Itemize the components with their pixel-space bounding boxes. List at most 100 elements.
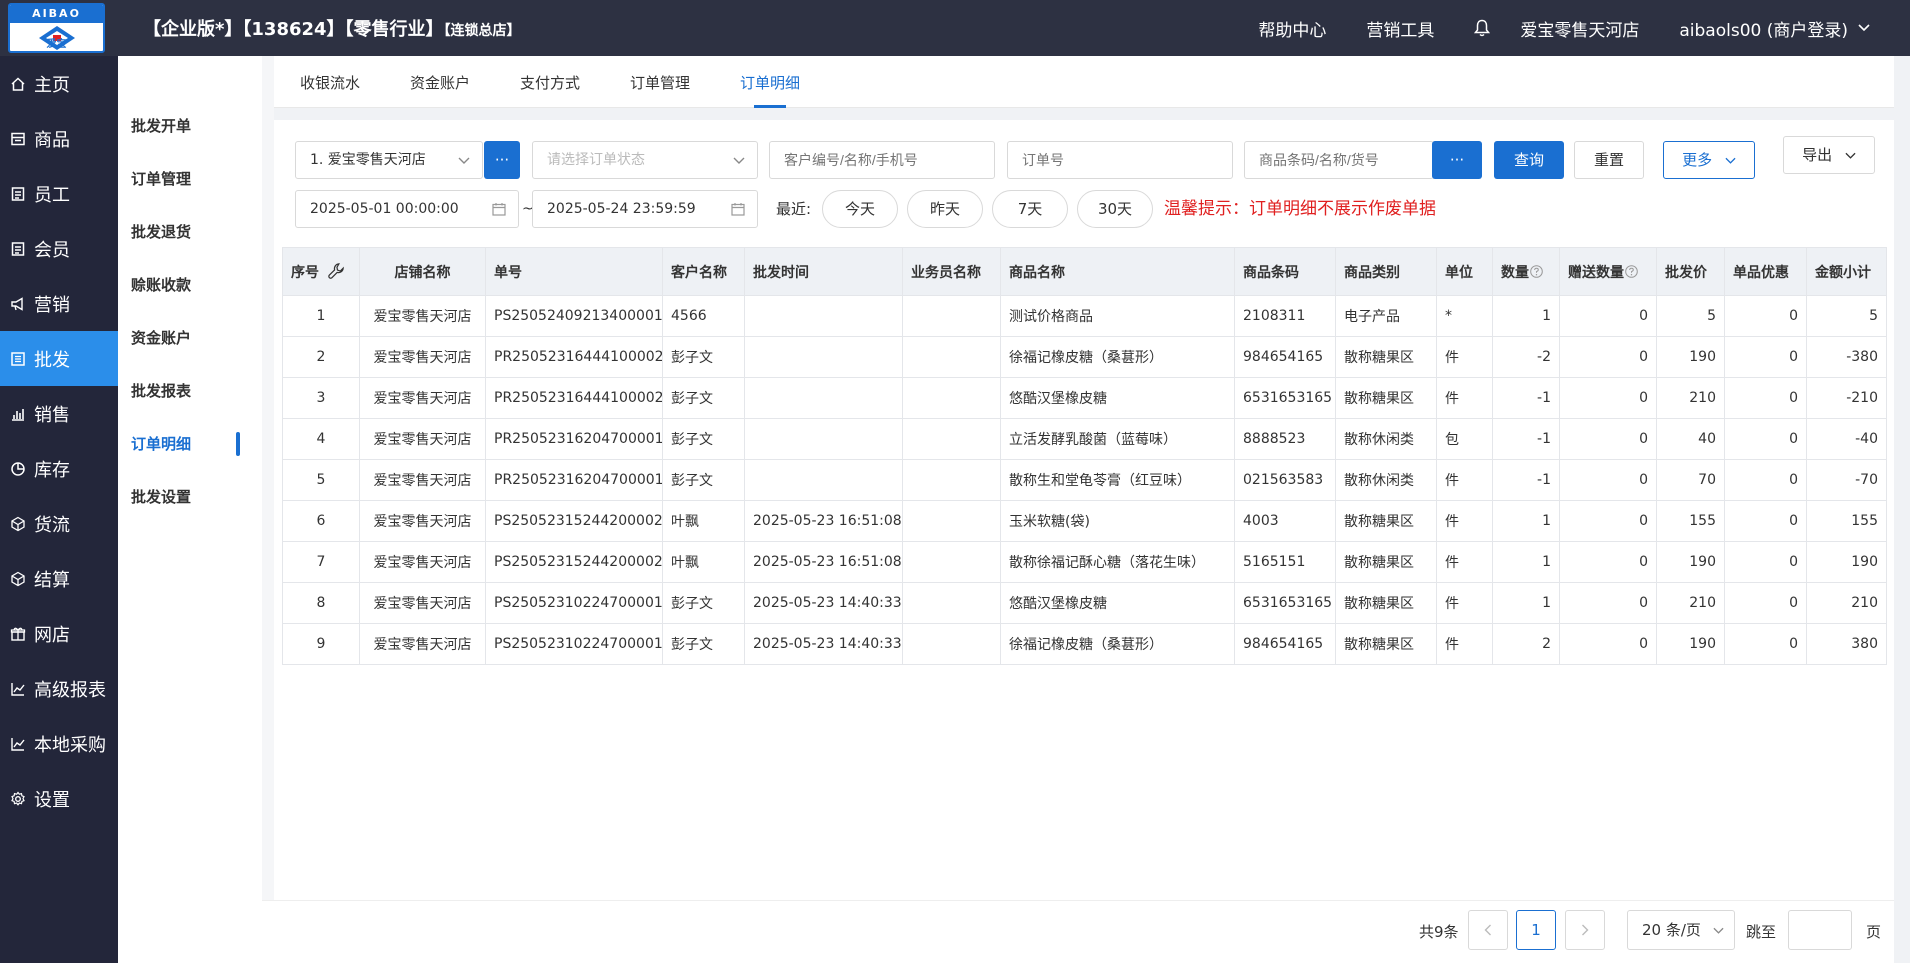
nav-item-sales[interactable]: 销售 — [0, 386, 118, 441]
next-page-button[interactable] — [1565, 910, 1605, 950]
nav-item-settlement[interactable]: 结算 — [0, 551, 118, 606]
store-switcher[interactable]: 爱宝零售天河店 — [1520, 16, 1639, 41]
subnav-item-wholesale-settings[interactable]: 批发设置 — [118, 470, 262, 523]
product-more-button[interactable]: ··· — [1432, 141, 1482, 179]
cell-gift-qty: 0 — [1559, 459, 1657, 501]
nav-item-advanced-report[interactable]: 高级报表 — [0, 661, 118, 716]
tab-order-detail[interactable]: 订单明细 — [740, 56, 800, 108]
cell-price: 210 — [1656, 582, 1725, 624]
cell-time: 2025-05-23 16:51:08 — [744, 541, 903, 583]
cell-unit: 件 — [1436, 541, 1493, 583]
wrench-icon[interactable] — [327, 262, 346, 281]
query-button[interactable]: 查询 — [1494, 141, 1564, 179]
subnav-item-fund-account[interactable]: 资金账户 — [118, 311, 262, 364]
subnav-item-credit-collection[interactable]: 赊账收款 — [118, 258, 262, 311]
end-date-picker[interactable]: 2025-05-24 23:59:59 — [532, 190, 758, 228]
table-row[interactable]: 2 爱宝零售天河店 PR25052316444100002 彭子文 徐福记橡皮糖（桑葚形… — [282, 336, 1887, 378]
column-header[interactable]: 数量 — [1492, 247, 1560, 296]
customer-input[interactable] — [769, 141, 995, 179]
aibao-logo[interactable]: AIBAO 爱宝 — [8, 3, 105, 53]
order-number-input[interactable] — [1007, 141, 1233, 179]
bell-icon[interactable] — [1474, 19, 1491, 37]
tab-payment-method[interactable]: 支付方式 — [520, 56, 580, 108]
column-header[interactable]: 商品条码 — [1234, 247, 1336, 296]
subnav-item-wholesale-report[interactable]: 批发报表 — [118, 364, 262, 417]
table-row[interactable]: 5 爱宝零售天河店 PR25052316204700001 彭子文 散称生和堂龟苓膏（红… — [282, 459, 1887, 501]
column-header[interactable]: 批发时间 — [744, 247, 903, 296]
tab-order-management[interactable]: 订单管理 — [630, 56, 690, 108]
tab-fund-account[interactable]: 资金账户 — [410, 56, 470, 108]
subnav-item-wholesale-return[interactable]: 批发退货 — [118, 205, 262, 258]
table-row[interactable]: 4 爱宝零售天河店 PR25052316204700001 彭子文 立活发酵乳酸菌（蓝莓… — [282, 418, 1887, 460]
table-row[interactable]: 6 爱宝零售天河店 PS25052315244200002 叶飘 2025-05-23 … — [282, 500, 1887, 542]
help-circle-icon[interactable] — [1625, 264, 1638, 278]
quick-7days-button[interactable]: 7天 — [992, 190, 1068, 228]
gift-icon — [10, 627, 26, 641]
goto-page-input[interactable] — [1788, 910, 1852, 950]
cell-amount: 5 — [1806, 295, 1887, 337]
table-row[interactable]: 9 爱宝零售天河店 PS25052310224700001 彭子文 2025-05-23… — [282, 623, 1887, 665]
tab-cash-flow[interactable]: 收银流水 — [300, 56, 360, 108]
store-more-button[interactable]: ··· — [484, 141, 520, 179]
user-menu[interactable]: aibaols00 (商户登录) — [1679, 16, 1870, 41]
warning-tip: 温馨提示：订单明细不展示作废单据 — [1164, 199, 1436, 219]
help-center-link[interactable]: 帮助中心 — [1258, 16, 1326, 41]
cell-order-no: PS25052409213400001 — [485, 295, 663, 337]
column-header[interactable]: 批发价 — [1656, 247, 1725, 296]
subnav-item-order-detail[interactable]: 订单明细 — [118, 417, 262, 470]
nav-item-staff[interactable]: 员工 — [0, 166, 118, 221]
page-size-select[interactable]: 20 条/页 — [1627, 910, 1735, 950]
quick-30days-button[interactable]: 30天 — [1077, 190, 1153, 228]
column-header[interactable]: 业务员名称 — [902, 247, 1001, 296]
nav-item-home[interactable]: 主页 — [0, 56, 118, 111]
table-row[interactable]: 1 爱宝零售天河店 PS25052409213400001 4566 测试价格商品 210… — [282, 295, 1887, 337]
cell-gift-qty: 0 — [1559, 377, 1657, 419]
quick-today-button[interactable]: 今天 — [822, 190, 898, 228]
reset-button[interactable]: 重置 — [1574, 141, 1644, 179]
cell-store: 爱宝零售天河店 — [359, 500, 486, 542]
cell-index: 3 — [282, 377, 360, 419]
column-header[interactable]: 客户名称 — [662, 247, 745, 296]
subnav-item-wholesale-order[interactable]: 批发开单 — [118, 99, 262, 152]
quick-yesterday-button[interactable]: 昨天 — [907, 190, 983, 228]
cell-store: 爱宝零售天河店 — [359, 336, 486, 378]
tab-bar: 收银流水 资金账户 支付方式 订单管理 订单明细 — [274, 56, 1894, 108]
marketing-tools-link[interactable]: 营销工具 — [1366, 16, 1434, 41]
nav-item-marketing[interactable]: 营销 — [0, 276, 118, 331]
column-header[interactable]: 单品优惠 — [1724, 247, 1807, 296]
subnav-item-order-management[interactable]: 订单管理 — [118, 152, 262, 205]
column-header[interactable]: 序号 — [282, 247, 360, 296]
cell-customer: 叶飘 — [662, 541, 745, 583]
nav-item-webshop[interactable]: 网店 — [0, 606, 118, 661]
start-date-picker[interactable]: 2025-05-01 00:00:00 — [295, 190, 519, 228]
column-header[interactable]: 单位 — [1436, 247, 1493, 296]
nav-item-member[interactable]: 会员 — [0, 221, 118, 276]
table-row[interactable]: 3 爱宝零售天河店 PR25052316444100002 彭子文 悠酷汉堡橡皮糖 653… — [282, 377, 1887, 419]
more-button[interactable]: 更多 — [1663, 141, 1755, 179]
column-header[interactable]: 商品类别 — [1335, 247, 1437, 296]
help-circle-icon[interactable] — [1530, 264, 1543, 278]
column-header[interactable]: 店铺名称 — [359, 247, 486, 296]
nav-item-wholesale[interactable]: 批发 — [0, 331, 118, 386]
table-row[interactable]: 7 爱宝零售天河店 PS25052315244200002 叶飘 2025-05-23 … — [282, 541, 1887, 583]
cell-gift-qty: 0 — [1559, 295, 1657, 337]
store-select[interactable]: 1. 爱宝零售天河店 — [295, 141, 483, 179]
column-header[interactable]: 单号 — [485, 247, 663, 296]
cell-discount: 0 — [1724, 418, 1807, 460]
nav-item-goods[interactable]: 商品 — [0, 111, 118, 166]
page-number-button[interactable]: 1 — [1516, 910, 1556, 950]
export-button[interactable]: 导出 — [1783, 136, 1875, 174]
column-header[interactable]: 商品名称 — [1000, 247, 1235, 296]
prev-page-button[interactable] — [1468, 910, 1508, 950]
nav-item-logistics[interactable]: 货流 — [0, 496, 118, 551]
nav-item-inventory[interactable]: 库存 — [0, 441, 118, 496]
nav-item-local-purchase[interactable]: 本地采购 — [0, 716, 118, 771]
column-header[interactable]: 金额小计 — [1806, 247, 1887, 296]
cell-customer: 叶飘 — [662, 500, 745, 542]
table-row[interactable]: 8 爱宝零售天河店 PS25052310224700001 彭子文 2025-05-23… — [282, 582, 1887, 624]
product-input[interactable] — [1244, 141, 1434, 179]
cell-index: 7 — [282, 541, 360, 583]
nav-item-settings[interactable]: 设置 — [0, 771, 118, 826]
column-header[interactable]: 赠送数量 — [1559, 247, 1657, 296]
order-status-select[interactable]: 请选择订单状态 — [532, 141, 758, 179]
